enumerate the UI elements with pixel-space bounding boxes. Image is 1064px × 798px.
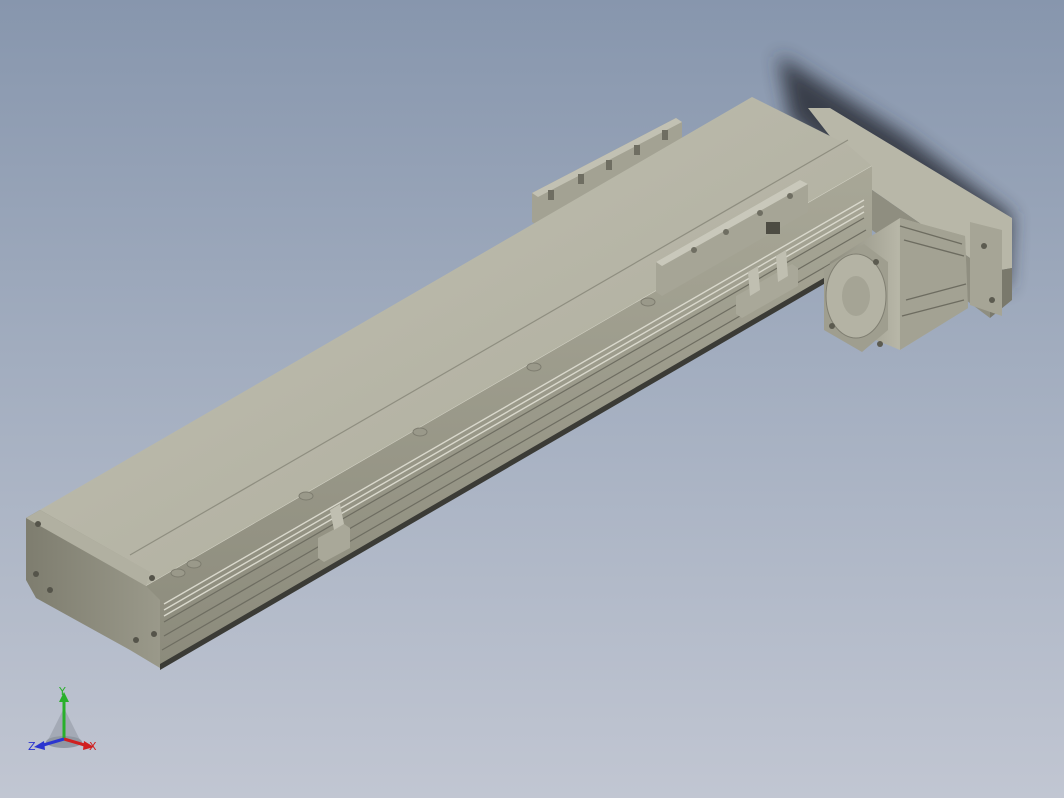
body-top-face [26,97,872,586]
y-axis-label: Y [59,685,66,698]
linear-actuator-model[interactable] [0,0,1064,798]
orientation-triad[interactable]: Y X Z [26,684,106,754]
z-axis-label: Z [28,740,36,753]
cad-viewport[interactable]: Y X Z [0,0,1064,798]
x-axis-label: X [89,740,97,753]
